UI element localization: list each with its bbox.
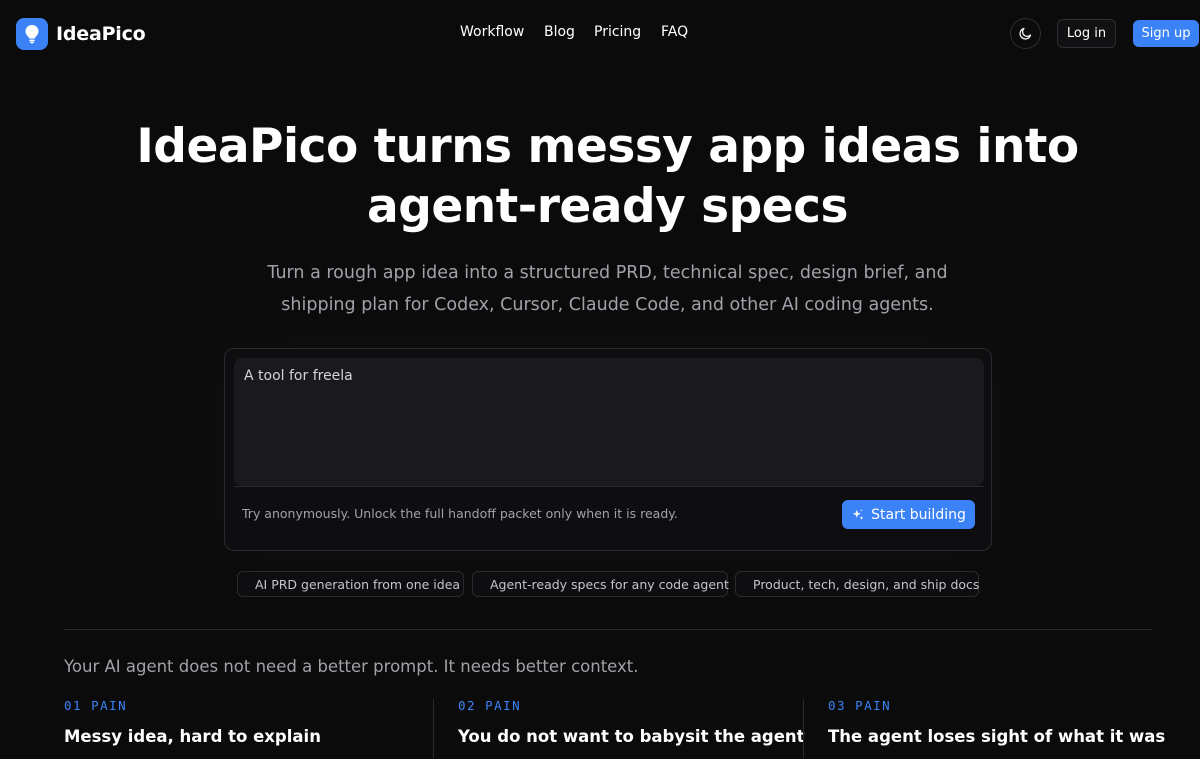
hero-subtitle: Turn a rough app idea into a structured … <box>250 257 965 321</box>
moon-icon <box>1019 27 1032 40</box>
idea-card: A tool for freela Try anonymously. Unloc… <box>224 348 992 551</box>
card-divider <box>234 486 984 487</box>
column-divider <box>433 699 434 759</box>
pain-title: The agent loses sight of what it was <box>828 727 1166 746</box>
pain-label: 01 PAIN <box>64 698 128 713</box>
nav-item-pricing[interactable]: Pricing <box>594 24 654 40</box>
feature-chip-agent: Agent-ready specs for any code agent <box>472 571 729 597</box>
hero-subtitle-line2: shipping plan for Codex, Cursor, Claude … <box>281 295 934 315</box>
hero-title-line1: IdeaPico turns messy app ideas into <box>136 119 1079 174</box>
start-building-button[interactable]: Start building <box>842 500 975 529</box>
start-building-label: Start building <box>871 506 966 523</box>
brand-name: IdeaPico <box>56 23 146 45</box>
feature-chip-docs: Product, tech, design, and ship docs <box>735 571 979 597</box>
feature-chip-prd: AI PRD generation from one idea <box>237 571 464 597</box>
feature-chip-label: AI PRD generation from one idea <box>255 576 461 592</box>
pain-item-1: 01 PAIN Messy idea, hard to explain <box>64 698 321 746</box>
brand-link[interactable]: IdeaPico <box>16 18 146 50</box>
context-headline: Your AI agent does not need a better pro… <box>64 657 639 676</box>
pain-item-3: 03 PAIN The agent loses sight of what it… <box>828 698 1165 746</box>
pain-label: 02 PAIN <box>458 698 522 713</box>
sparkles-icon <box>852 508 864 520</box>
idea-input[interactable]: A tool for freela <box>234 358 984 486</box>
section-divider <box>64 629 1152 630</box>
pain-item-2: 02 PAIN You do not want to babysit the a… <box>458 698 805 746</box>
theme-toggle-button[interactable] <box>1010 18 1041 49</box>
lightbulb-icon <box>16 18 48 50</box>
nav-item-workflow[interactable]: Workflow <box>460 24 540 40</box>
pain-title: You do not want to babysit the agent <box>458 727 805 746</box>
hero-title-line2: agent-ready specs <box>367 179 848 234</box>
feature-chip-label: Agent-ready specs for any code agent <box>490 576 729 592</box>
hero-title: IdeaPico turns messy app ideas into agen… <box>100 117 1115 237</box>
nav-item-faq[interactable]: FAQ <box>661 24 701 40</box>
nav-item-blog[interactable]: Blog <box>544 24 584 40</box>
signup-button[interactable]: Sign up <box>1133 20 1199 47</box>
pain-label: 03 PAIN <box>828 698 892 713</box>
anonymous-note: Try anonymously. Unlock the full handoff… <box>242 506 678 521</box>
site-header: IdeaPico Workflow Blog Pricing FAQ Log i… <box>0 0 1200 68</box>
hero-subtitle-line1: Turn a rough app idea into a structured … <box>267 263 948 283</box>
column-divider <box>803 699 804 759</box>
pain-title: Messy idea, hard to explain <box>64 727 321 746</box>
feature-chip-label: Product, tech, design, and ship docs <box>753 576 980 592</box>
login-button[interactable]: Log in <box>1057 19 1116 48</box>
